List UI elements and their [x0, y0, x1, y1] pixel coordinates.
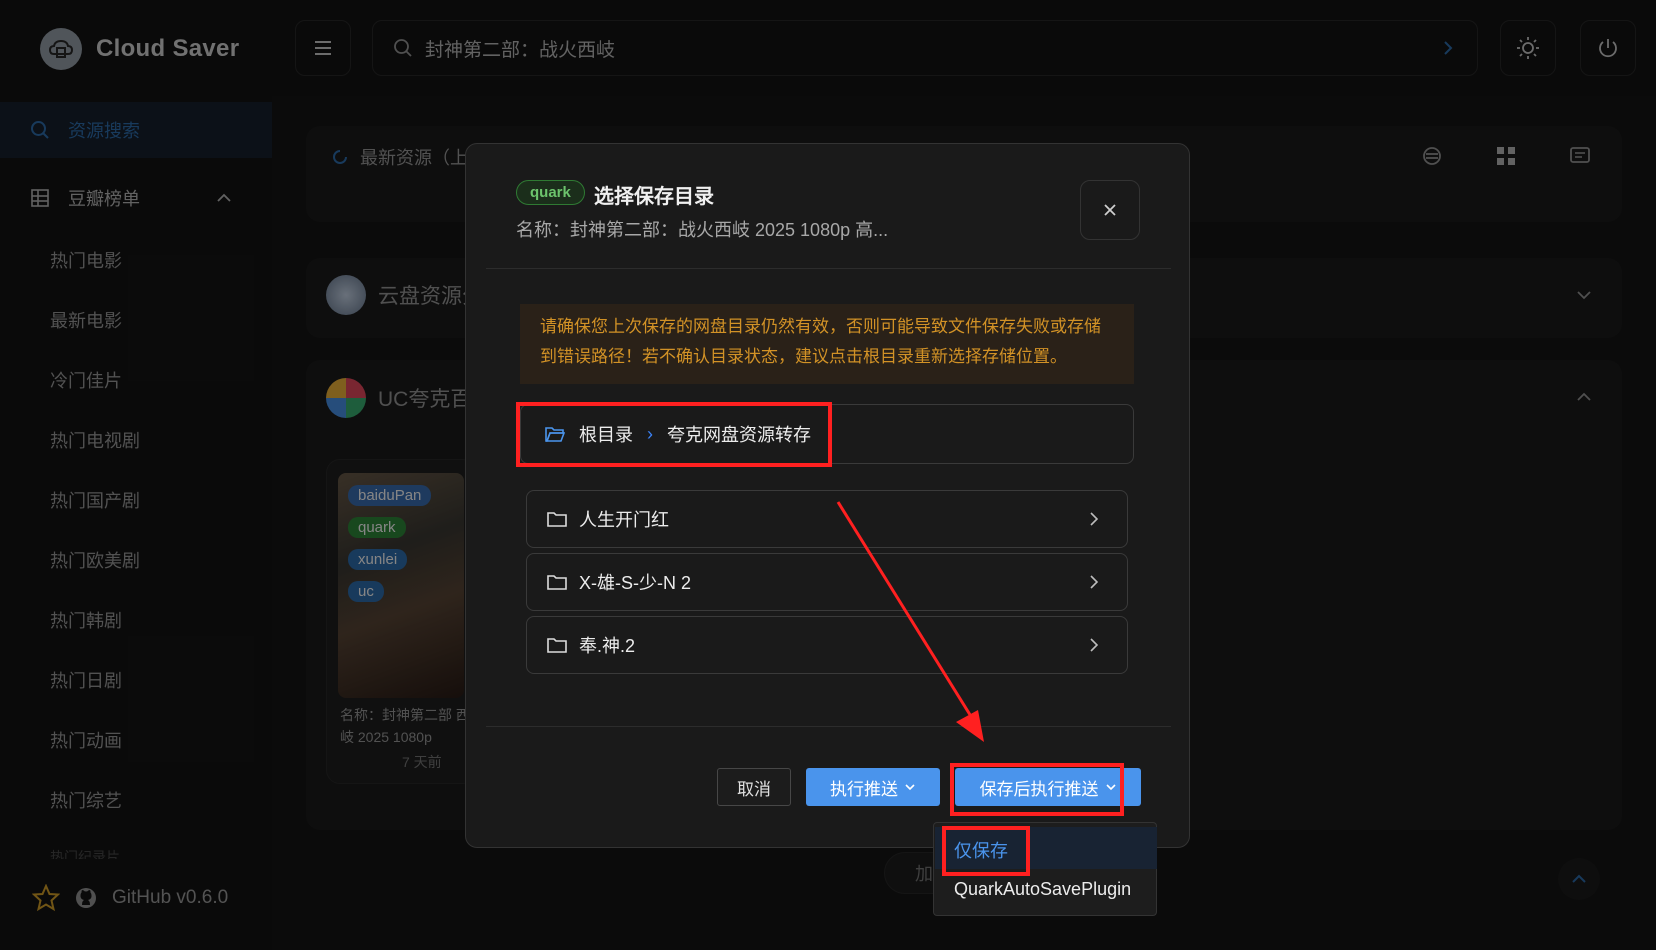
save-dir-dialog: quark 选择保存目录 名称：封神第二部：战火西岐 2025 1080p 高.…: [465, 143, 1190, 848]
execute-push-label: 执行推送: [830, 779, 898, 799]
folder-name: 人生开门红: [579, 510, 669, 530]
quark-auto-save-option[interactable]: QuarkAutoSavePlugin: [954, 879, 1131, 900]
warning-alert: 请确保您上次保存的网盘目录仍然有效，否则可能导致文件保存失败或存储到错误路径！若…: [520, 304, 1134, 384]
chevron-right-icon: [1090, 512, 1099, 526]
folder-item[interactable]: X-雄-S-少-N 2: [526, 553, 1128, 611]
folder-icon: [547, 512, 567, 527]
chevron-right-icon: [1090, 638, 1099, 652]
folder-name: X-雄-S-少-N 2: [579, 573, 691, 593]
folder-name: 奉.神.2: [579, 636, 636, 656]
folder-item[interactable]: 奉.神.2: [526, 616, 1128, 674]
folder-icon: [547, 575, 567, 590]
cancel-button[interactable]: 取消: [717, 768, 791, 806]
chevron-right-icon: [1090, 575, 1099, 589]
divider: [486, 726, 1171, 727]
annotation-box-save-then-push: [950, 763, 1124, 816]
annotation-box-save-only: [942, 826, 1030, 876]
execute-push-button[interactable]: 执行推送: [806, 768, 940, 806]
annotation-box-breadcrumb: [516, 402, 832, 467]
chevron-down-icon: [905, 784, 915, 791]
divider: [486, 268, 1171, 269]
folder-item[interactable]: 人生开门红: [526, 490, 1128, 548]
close-icon: [1104, 204, 1116, 216]
folder-icon: [547, 638, 567, 653]
cloud-badge: quark: [516, 180, 585, 205]
dialog-title: 选择保存目录: [594, 186, 714, 208]
cancel-label: 取消: [737, 779, 771, 799]
dialog-subtitle: 名称：封神第二部：战火西岐 2025 1080p 高...: [516, 220, 889, 240]
close-button[interactable]: [1080, 180, 1140, 240]
